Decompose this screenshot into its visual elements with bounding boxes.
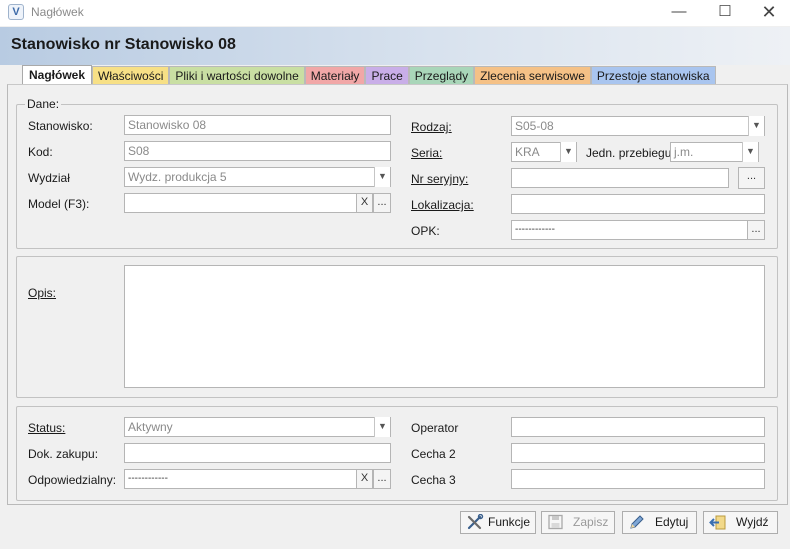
funkcje-label: Funkcje: [488, 515, 531, 529]
header-band: Stanowisko nr Stanowisko 08: [0, 27, 790, 65]
opk-browse-button[interactable]: ...: [747, 220, 765, 240]
tab-zlecenia-serwisowe[interactable]: Zlecenia serwisowe: [474, 66, 591, 85]
cecha3-label: Cecha 3: [411, 473, 456, 487]
opk-field[interactable]: ------------: [511, 220, 749, 240]
nr-seryjny-browse-button[interactable]: ...: [738, 167, 765, 189]
kod-label: Kod:: [28, 145, 53, 159]
tab-przeglady[interactable]: Przeglądy: [408, 66, 475, 85]
jedn-chevron-down-icon[interactable]: ▼: [742, 142, 758, 162]
operator-field[interactable]: [511, 417, 765, 437]
dok-zakupu-label: Dok. zakupu:: [28, 447, 99, 461]
status-select[interactable]: Aktywny: [124, 417, 391, 437]
tab-pliki[interactable]: Pliki i wartości dowolne: [169, 66, 305, 85]
model-field[interactable]: [124, 193, 357, 213]
save-icon: [548, 514, 563, 530]
tab-przestoje-stanowiska[interactable]: Przestoje stanowiska: [590, 66, 716, 85]
page-title: Stanowisko nr Stanowisko 08: [11, 36, 236, 53]
model-browse-button[interactable]: ...: [373, 193, 391, 213]
edytuj-button[interactable]: Edytuj: [622, 511, 697, 534]
edytuj-label: Edytuj: [655, 515, 689, 529]
cecha2-label: Cecha 2: [411, 447, 456, 461]
wydzial-label: Wydział: [28, 171, 70, 185]
jedn-przebiegu-label: Jedn. przebiegu:: [586, 146, 675, 160]
opis-label: Opis:: [28, 286, 57, 300]
tab-prace[interactable]: Prace: [365, 66, 409, 85]
tab-naglowek[interactable]: Nagłówek: [22, 65, 93, 85]
status-label: Status:: [28, 421, 66, 435]
exit-icon: [709, 515, 726, 530]
odpowiedzialny-browse-button[interactable]: ...: [373, 469, 391, 489]
minimize-button[interactable]: —: [656, 0, 702, 26]
model-clear-button[interactable]: X: [356, 193, 373, 213]
stanowisko-label: Stanowisko:: [28, 119, 93, 133]
pencil-icon: [630, 515, 644, 529]
wyjdz-button[interactable]: Wyjdź: [703, 511, 778, 534]
operator-label: Operator: [411, 421, 459, 435]
window-title: Nagłówek: [31, 5, 84, 19]
seria-label: Seria:: [411, 146, 443, 160]
odpowiedzialny-clear-button[interactable]: X: [356, 469, 373, 489]
nr-seryjny-field[interactable]: [511, 168, 729, 188]
odpowiedzialny-label: Odpowiedzialny:: [28, 473, 117, 487]
lokalizacja-label: Lokalizacja:: [411, 198, 474, 212]
window-titlebar: V Nagłówek — ☐ ✕: [0, 0, 790, 26]
stanowisko-field[interactable]: Stanowisko 08: [124, 115, 391, 135]
tab-strip: Nagłówek Właściwości Pliki i wartości do…: [22, 65, 716, 85]
status-chevron-down-icon[interactable]: ▼: [374, 417, 390, 437]
seria-chevron-down-icon[interactable]: ▼: [560, 142, 576, 162]
nr-seryjny-label: Nr seryjny:: [411, 172, 469, 186]
zapisz-button[interactable]: Zapisz: [541, 511, 615, 534]
opk-label: OPK:: [411, 224, 440, 238]
tab-wlasciwosci[interactable]: Właściwości: [92, 66, 170, 85]
cecha2-field[interactable]: [511, 443, 765, 463]
dane-group-title: Dane:: [25, 97, 62, 111]
maximize-button[interactable]: ☐: [702, 0, 748, 26]
lokalizacja-field[interactable]: [511, 194, 765, 214]
rodzaj-chevron-down-icon[interactable]: ▼: [748, 116, 764, 136]
wydzial-chevron-down-icon[interactable]: ▼: [374, 167, 390, 187]
tools-icon: [467, 514, 484, 530]
zapisz-label: Zapisz: [573, 515, 609, 529]
dok-zakupu-field[interactable]: [124, 443, 391, 463]
app-logo-icon: V: [8, 4, 24, 20]
tab-materialy[interactable]: Materiały: [304, 66, 366, 85]
close-button[interactable]: ✕: [746, 0, 790, 26]
kod-field[interactable]: S08: [124, 141, 391, 161]
wydzial-select[interactable]: Wydz. produkcja 5: [124, 167, 391, 187]
wyjdz-label: Wyjdź: [736, 515, 769, 529]
funkcje-button[interactable]: Funkcje: [460, 511, 536, 534]
opis-textarea[interactable]: [124, 265, 765, 388]
rodzaj-label: Rodzaj:: [411, 120, 452, 134]
odpowiedzialny-field[interactable]: ------------: [124, 469, 357, 489]
model-label: Model (F3):: [28, 197, 90, 211]
cecha3-field[interactable]: [511, 469, 765, 489]
rodzaj-select[interactable]: S05-08: [511, 116, 765, 136]
